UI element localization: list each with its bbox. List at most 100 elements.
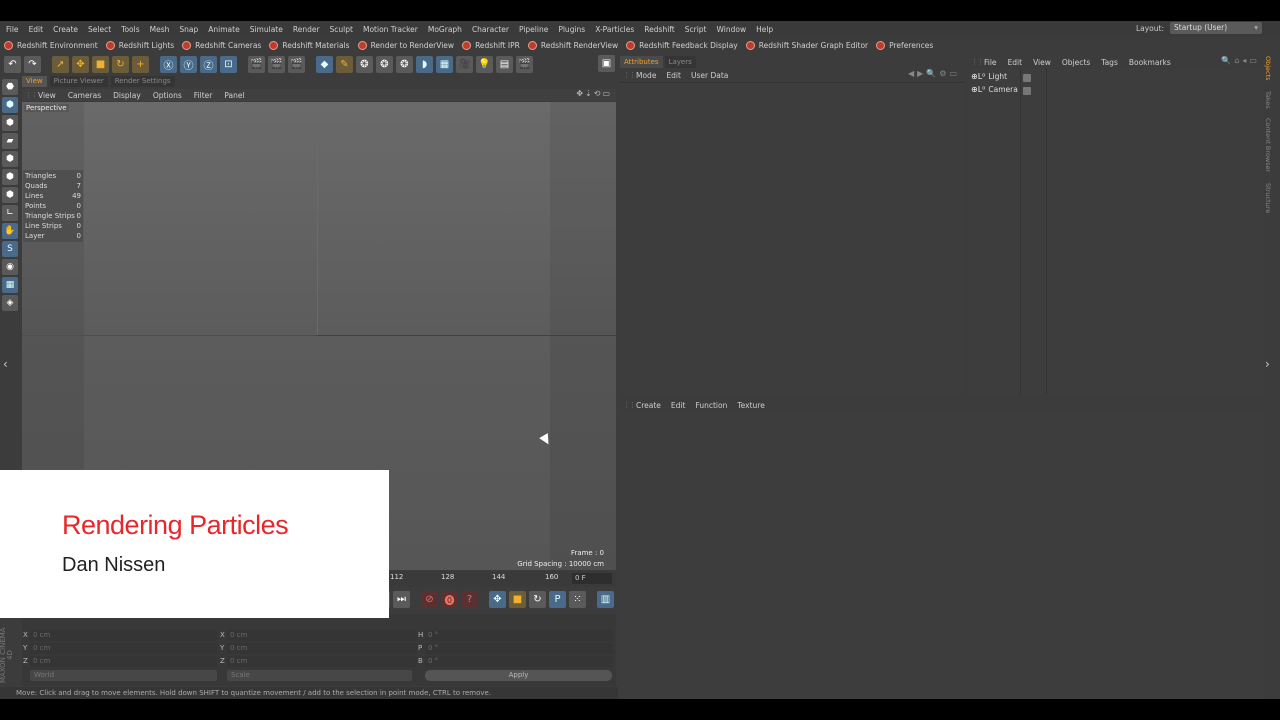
menu-tools[interactable]: Tools <box>121 25 139 34</box>
tab-objects[interactable]: Objects <box>1264 56 1272 81</box>
rs-ipr-button[interactable]: Redshift IPR <box>462 40 520 50</box>
rs-materials-button[interactable]: Redshift Materials <box>269 40 350 50</box>
deformer-icon[interactable]: ❂ <box>396 55 413 73</box>
viewport-nav-icons[interactable]: ✥⇣⟲▭ <box>576 89 612 98</box>
menu-select[interactable]: Select <box>88 25 111 34</box>
rotation-p-field[interactable]: 0 ° <box>425 643 613 654</box>
apply-button[interactable]: Apply <box>425 670 612 681</box>
menu-animate[interactable]: Animate <box>208 25 239 34</box>
menu-script[interactable]: Script <box>685 25 707 34</box>
snap-icon[interactable]: S <box>2 241 18 257</box>
mat-menu-texture[interactable]: Texture <box>737 401 764 410</box>
obj-menu-file[interactable]: File <box>984 58 997 67</box>
light-icon[interactable]: 💡 <box>476 55 493 73</box>
grid-icon[interactable]: ▦ <box>2 277 18 293</box>
attr-menu-user-data[interactable]: User Data <box>691 71 728 80</box>
tab-picture-viewer[interactable]: Picture Viewer <box>49 76 108 87</box>
x-axis-icon[interactable]: Ⓧ <box>160 55 177 73</box>
model-mode-icon[interactable]: ⬢ <box>2 97 18 113</box>
size-z-field[interactable]: 0 cm <box>227 656 417 667</box>
viewport-layout-icon[interactable]: ▣ <box>598 55 615 72</box>
scale-tool-icon[interactable]: ■ <box>92 55 109 73</box>
rs-environment-button[interactable]: Redshift Environment <box>4 40 98 50</box>
key-parameter-icon[interactable]: P <box>549 590 566 608</box>
tweak-mode-icon[interactable]: ✋ <box>2 223 18 239</box>
object-name[interactable]: Light <box>988 72 1007 81</box>
workplane-icon[interactable]: ▰ <box>2 133 18 149</box>
attr-nav-icons[interactable]: ◀▶🔍⚙▭ <box>908 69 960 78</box>
mat-menu-create[interactable]: Create <box>636 401 661 410</box>
menu-mesh[interactable]: Mesh <box>150 25 170 34</box>
obj-menu-tags[interactable]: Tags <box>1101 58 1118 67</box>
rs-render-to-renderview-button[interactable]: Render to RenderView <box>357 40 454 50</box>
obj-nav-icons[interactable]: 🔍⌂◂▭ <box>1221 56 1260 65</box>
cube-icon[interactable]: ◆ <box>316 55 333 73</box>
move-tool-icon[interactable]: ✥ <box>72 55 89 73</box>
solo-icon[interactable]: ◉ <box>2 259 18 275</box>
layout-dropdown[interactable]: Startup (User) <box>1170 22 1262 34</box>
vp-menu-options[interactable]: Options <box>153 91 182 100</box>
position-x-field[interactable]: 0 cm <box>30 630 217 641</box>
camera-label[interactable]: Perspective <box>24 104 69 112</box>
timeline-window-icon[interactable]: ▥ <box>597 590 614 608</box>
menu-mograph[interactable]: MoGraph <box>428 25 462 34</box>
size-x-field[interactable]: 0 cm <box>227 630 417 641</box>
tab-takes[interactable]: Takes <box>1264 91 1272 109</box>
menu-motion-tracker[interactable]: Motion Tracker <box>363 25 418 34</box>
vp-menu-display[interactable]: Display <box>113 91 141 100</box>
menu-character[interactable]: Character <box>472 25 509 34</box>
make-editable-icon[interactable]: ⬣ <box>2 79 18 95</box>
menu-render[interactable]: Render <box>293 25 320 34</box>
tab-render-settings[interactable]: Render Settings <box>110 76 175 87</box>
obj-menu-view[interactable]: View <box>1033 58 1051 67</box>
position-z-field[interactable]: 0 cm <box>30 656 217 667</box>
subdivision-icon[interactable]: ❂ <box>356 55 373 73</box>
rs-preferences-button[interactable]: Preferences <box>876 40 933 50</box>
points-mode-icon[interactable]: ⬢ <box>2 151 18 167</box>
go-to-end-icon[interactable]: ⏭ <box>393 590 410 608</box>
tab-view[interactable]: View <box>22 76 47 87</box>
object-row-camera[interactable]: ⊕L⁰ Camera <box>971 85 1018 94</box>
rotation-b-field[interactable]: 0 ° <box>425 656 613 667</box>
menu-edit[interactable]: Edit <box>29 25 44 34</box>
mat-menu-edit[interactable]: Edit <box>671 401 686 410</box>
chevron-left-icon[interactable]: ‹ <box>3 357 8 371</box>
rs-shader-graph-editor-button[interactable]: Redshift Shader Graph Editor <box>745 40 868 50</box>
tab-structure[interactable]: Structure <box>1264 183 1272 213</box>
mat-menu-function[interactable]: Function <box>695 401 727 410</box>
menu-simulate[interactable]: Simulate <box>250 25 283 34</box>
chevron-right-icon[interactable]: › <box>1265 357 1270 371</box>
obj-menu-bookmarks[interactable]: Bookmarks <box>1129 58 1171 67</box>
menu-window[interactable]: Window <box>717 25 747 34</box>
field-icon[interactable]: ◗ <box>416 55 433 73</box>
rs-renderview-button[interactable]: Redshift RenderView <box>527 40 618 50</box>
lock-icon[interactable]: ◈ <box>2 295 18 311</box>
vp-menu-view[interactable]: View <box>38 91 56 100</box>
keyframe-selection-icon[interactable]: ? <box>461 590 478 608</box>
tab-attributes[interactable]: Attributes <box>620 56 663 68</box>
tab-content-browser[interactable]: Content Browser <box>1264 118 1272 172</box>
rotation-h-field[interactable]: 0 ° <box>425 630 613 641</box>
add-tool-icon[interactable]: + <box>132 55 149 73</box>
size-mode-dropdown[interactable]: Scale <box>227 670 412 681</box>
object-row-light[interactable]: ⊕L⁰ Light <box>971 72 1007 81</box>
obj-menu-edit[interactable]: Edit <box>1008 58 1023 67</box>
menu-plugins[interactable]: Plugins <box>558 25 585 34</box>
obj-menu-objects[interactable]: Objects <box>1062 58 1090 67</box>
tab-layers[interactable]: Layers <box>664 56 696 68</box>
tag-icon[interactable] <box>1023 87 1031 95</box>
render-picture-viewer-icon[interactable]: 🎬 <box>268 55 285 73</box>
coordinate-space-dropdown[interactable]: World <box>30 670 217 681</box>
select-tool-icon[interactable]: ➚ <box>52 55 69 73</box>
coordinate-system-icon[interactable]: ⊡ <box>220 55 237 73</box>
vp-menu-cameras[interactable]: Cameras <box>68 91 101 100</box>
axis-mode-icon[interactable]: ∟ <box>2 205 18 221</box>
rs-lights-button[interactable]: Redshift Lights <box>105 40 174 50</box>
menu-pipeline[interactable]: Pipeline <box>519 25 548 34</box>
pen-icon[interactable]: ✎ <box>336 55 353 73</box>
key-rotation-icon[interactable]: ↻ <box>529 590 546 608</box>
menu-x-particles[interactable]: X-Particles <box>595 25 634 34</box>
render-view-icon[interactable]: 🎬 <box>248 55 265 73</box>
floor-icon[interactable]: ▦ <box>436 55 453 73</box>
render-settings-icon[interactable]: 🎬 <box>288 55 305 73</box>
